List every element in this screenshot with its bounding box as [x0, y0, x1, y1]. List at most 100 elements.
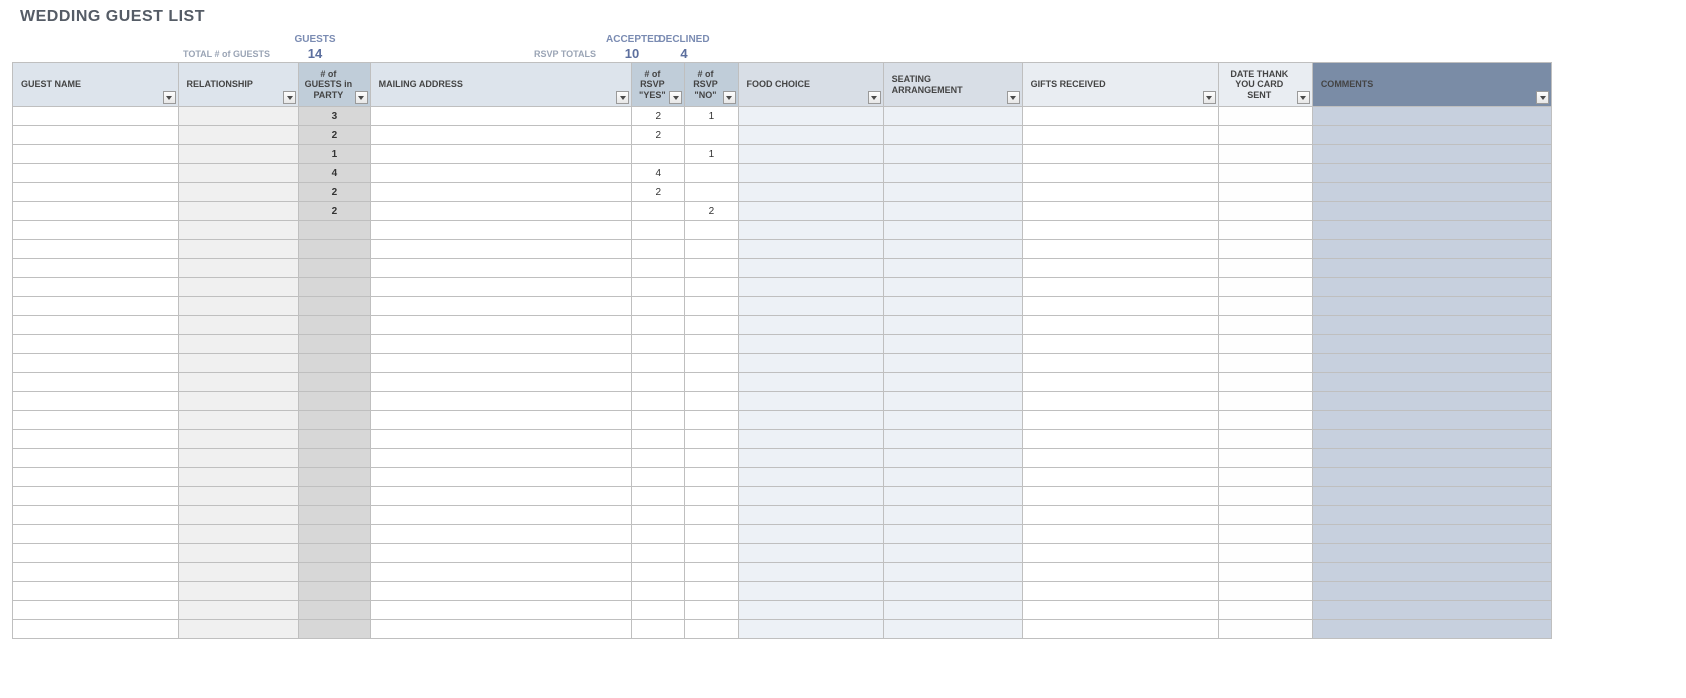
cell-address[interactable]: [370, 183, 632, 202]
cell-rsvp_yes[interactable]: [632, 202, 685, 221]
cell-thank[interactable]: [1218, 449, 1312, 468]
cell-relationship[interactable]: [178, 487, 299, 506]
cell-address[interactable]: [370, 316, 632, 335]
cell-party[interactable]: 2: [299, 202, 371, 221]
cell-relationship[interactable]: [178, 278, 299, 297]
cell-gifts[interactable]: [1022, 354, 1218, 373]
cell-address[interactable]: [370, 354, 632, 373]
cell-rsvp_no[interactable]: [685, 468, 738, 487]
cell-guest_name[interactable]: [13, 183, 179, 202]
cell-address[interactable]: [370, 145, 632, 164]
cell-thank[interactable]: [1218, 506, 1312, 525]
cell-seating[interactable]: [883, 164, 1022, 183]
cell-guest_name[interactable]: [13, 525, 179, 544]
cell-address[interactable]: [370, 411, 632, 430]
cell-seating[interactable]: [883, 259, 1022, 278]
cell-party[interactable]: 2: [299, 126, 371, 145]
cell-party[interactable]: 3: [299, 107, 371, 126]
cell-comments[interactable]: [1312, 202, 1551, 221]
cell-thank[interactable]: [1218, 373, 1312, 392]
cell-guest_name[interactable]: [13, 145, 179, 164]
cell-thank[interactable]: [1218, 392, 1312, 411]
cell-gifts[interactable]: [1022, 183, 1218, 202]
cell-rsvp_yes[interactable]: [632, 335, 685, 354]
cell-party[interactable]: 4: [299, 164, 371, 183]
cell-address[interactable]: [370, 107, 632, 126]
cell-seating[interactable]: [883, 335, 1022, 354]
cell-rsvp_yes[interactable]: [632, 449, 685, 468]
cell-relationship[interactable]: [178, 468, 299, 487]
cell-food[interactable]: [738, 183, 883, 202]
cell-comments[interactable]: [1312, 107, 1551, 126]
cell-gifts[interactable]: [1022, 297, 1218, 316]
cell-party[interactable]: [299, 430, 371, 449]
cell-address[interactable]: [370, 259, 632, 278]
cell-guest_name[interactable]: [13, 563, 179, 582]
cell-address[interactable]: [370, 221, 632, 240]
cell-address[interactable]: [370, 449, 632, 468]
cell-comments[interactable]: [1312, 240, 1551, 259]
cell-relationship[interactable]: [178, 411, 299, 430]
cell-address[interactable]: [370, 544, 632, 563]
cell-gifts[interactable]: [1022, 126, 1218, 145]
cell-rsvp_no[interactable]: [685, 126, 738, 145]
cell-rsvp_no[interactable]: [685, 620, 738, 639]
filter-icon[interactable]: [1007, 91, 1020, 104]
cell-thank[interactable]: [1218, 487, 1312, 506]
cell-party[interactable]: [299, 221, 371, 240]
cell-relationship[interactable]: [178, 392, 299, 411]
cell-relationship[interactable]: [178, 601, 299, 620]
cell-gifts[interactable]: [1022, 107, 1218, 126]
cell-rsvp_yes[interactable]: [632, 297, 685, 316]
cell-comments[interactable]: [1312, 221, 1551, 240]
cell-seating[interactable]: [883, 297, 1022, 316]
cell-food[interactable]: [738, 221, 883, 240]
cell-party[interactable]: [299, 411, 371, 430]
cell-food[interactable]: [738, 202, 883, 221]
cell-seating[interactable]: [883, 316, 1022, 335]
cell-party[interactable]: 2: [299, 183, 371, 202]
cell-guest_name[interactable]: [13, 107, 179, 126]
cell-gifts[interactable]: [1022, 392, 1218, 411]
cell-gifts[interactable]: [1022, 145, 1218, 164]
cell-rsvp_yes[interactable]: [632, 240, 685, 259]
cell-rsvp_no[interactable]: 1: [685, 107, 738, 126]
cell-gifts[interactable]: [1022, 221, 1218, 240]
cell-thank[interactable]: [1218, 259, 1312, 278]
cell-address[interactable]: [370, 487, 632, 506]
cell-guest_name[interactable]: [13, 297, 179, 316]
filter-icon[interactable]: [868, 91, 881, 104]
cell-comments[interactable]: [1312, 145, 1551, 164]
cell-guest_name[interactable]: [13, 411, 179, 430]
cell-guest_name[interactable]: [13, 202, 179, 221]
cell-party[interactable]: [299, 563, 371, 582]
cell-guest_name[interactable]: [13, 240, 179, 259]
cell-rsvp_no[interactable]: [685, 164, 738, 183]
cell-relationship[interactable]: [178, 126, 299, 145]
cell-comments[interactable]: [1312, 354, 1551, 373]
cell-rsvp_no[interactable]: [685, 259, 738, 278]
cell-seating[interactable]: [883, 506, 1022, 525]
filter-icon[interactable]: [669, 91, 682, 104]
cell-thank[interactable]: [1218, 544, 1312, 563]
cell-food[interactable]: [738, 107, 883, 126]
cell-guest_name[interactable]: [13, 392, 179, 411]
cell-address[interactable]: [370, 620, 632, 639]
cell-seating[interactable]: [883, 487, 1022, 506]
cell-gifts[interactable]: [1022, 164, 1218, 183]
cell-rsvp_no[interactable]: [685, 183, 738, 202]
cell-food[interactable]: [738, 411, 883, 430]
cell-thank[interactable]: [1218, 183, 1312, 202]
cell-seating[interactable]: [883, 278, 1022, 297]
cell-seating[interactable]: [883, 392, 1022, 411]
cell-thank[interactable]: [1218, 126, 1312, 145]
cell-gifts[interactable]: [1022, 468, 1218, 487]
filter-icon[interactable]: [723, 91, 736, 104]
cell-gifts[interactable]: [1022, 506, 1218, 525]
cell-rsvp_yes[interactable]: [632, 430, 685, 449]
cell-guest_name[interactable]: [13, 620, 179, 639]
cell-comments[interactable]: [1312, 183, 1551, 202]
cell-seating[interactable]: [883, 354, 1022, 373]
cell-gifts[interactable]: [1022, 430, 1218, 449]
cell-guest_name[interactable]: [13, 354, 179, 373]
